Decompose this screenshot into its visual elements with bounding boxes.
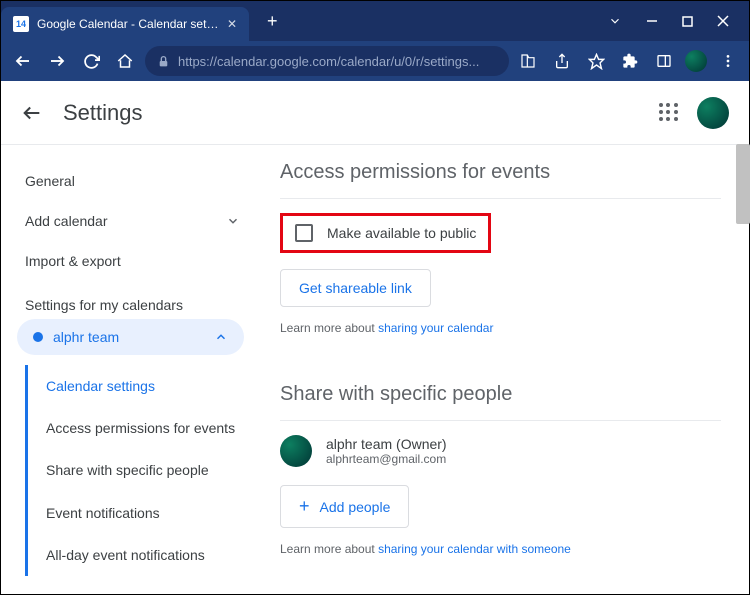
learn-more-link-2[interactable]: sharing your calendar with someone xyxy=(378,542,571,556)
sidebar-label: Add calendar xyxy=(25,213,108,229)
section-title-access: Access permissions for events xyxy=(280,161,721,184)
subitem-calendar-settings[interactable]: Calendar settings xyxy=(28,365,256,407)
new-tab-button[interactable]: + xyxy=(267,11,278,32)
settings-back-button[interactable] xyxy=(21,102,43,124)
menu-icon[interactable] xyxy=(715,47,741,75)
learn-more-text: Learn more about sharing your calendar xyxy=(280,321,721,335)
divider xyxy=(280,420,721,421)
lock-icon xyxy=(157,55,170,68)
browser-titlebar: 14 Google Calendar - Calendar settin ✕ + xyxy=(1,1,749,41)
sidebar-item-add-calendar[interactable]: Add calendar xyxy=(17,201,256,241)
browser-tab[interactable]: 14 Google Calendar - Calendar settin ✕ xyxy=(1,7,249,41)
shared-person-row: alphr team (Owner) alphrteam@gmail.com xyxy=(280,435,721,467)
close-tab-icon[interactable]: ✕ xyxy=(227,17,237,31)
bookmark-icon[interactable] xyxy=(583,47,609,75)
sidebar-item-import-export[interactable]: Import & export xyxy=(17,241,256,281)
get-shareable-link-button[interactable]: Get shareable link xyxy=(280,269,431,307)
divider xyxy=(280,198,721,199)
highlight-box: Make available to public xyxy=(280,213,491,253)
settings-sidebar: General Add calendar Import & export Set… xyxy=(1,145,256,596)
sidebar-item-general[interactable]: General xyxy=(17,161,256,201)
person-avatar xyxy=(280,435,312,467)
sidebar-label: Import & export xyxy=(25,253,121,269)
learn-more-link[interactable]: sharing your calendar xyxy=(378,321,493,335)
public-checkbox[interactable] xyxy=(295,224,313,242)
main-panel: Access permissions for events Make avail… xyxy=(256,145,749,596)
person-name: alphr team (Owner) xyxy=(326,436,447,452)
toolbar-right xyxy=(515,47,741,75)
add-people-button[interactable]: + Add people xyxy=(280,485,409,528)
window-controls xyxy=(608,14,741,28)
google-apps-icon[interactable] xyxy=(659,103,679,123)
home-button[interactable] xyxy=(111,47,139,75)
browser-toolbar: https://calendar.google.com/calendar/u/0… xyxy=(1,41,749,81)
url-text: https://calendar.google.com/calendar/u/0… xyxy=(178,54,479,69)
share-icon[interactable] xyxy=(549,47,575,75)
person-email: alphrteam@gmail.com xyxy=(326,452,447,466)
reload-button[interactable] xyxy=(77,47,105,75)
forward-button[interactable] xyxy=(43,47,71,75)
address-bar[interactable]: https://calendar.google.com/calendar/u/0… xyxy=(145,46,509,76)
tab-title: Google Calendar - Calendar settin xyxy=(37,17,219,31)
subitem-event-notifications[interactable]: Event notifications xyxy=(28,492,256,534)
maximize-icon[interactable] xyxy=(682,16,693,27)
public-checkbox-label: Make available to public xyxy=(327,225,476,241)
calendar-name: alphr team xyxy=(53,329,119,345)
calendar-color-dot xyxy=(33,332,43,342)
account-avatar[interactable] xyxy=(697,97,729,129)
chevron-down-icon[interactable] xyxy=(608,14,622,28)
learn-more-text-2: Learn more about sharing your calendar w… xyxy=(280,542,721,556)
profile-avatar-small[interactable] xyxy=(685,50,707,72)
subitem-allday-notifications[interactable]: All-day event notifications xyxy=(28,534,256,576)
translate-icon[interactable] xyxy=(515,47,541,75)
sidebar-sublist: Calendar settings Access permissions for… xyxy=(25,365,256,576)
section-title-share: Share with specific people xyxy=(280,383,721,406)
chevron-down-icon xyxy=(226,214,240,228)
content-area: General Add calendar Import & export Set… xyxy=(1,145,749,596)
close-window-icon[interactable] xyxy=(717,15,729,27)
page-header: Settings xyxy=(1,81,749,145)
sidebar-calendar-selected[interactable]: alphr team xyxy=(17,319,244,355)
calendar-favicon: 14 xyxy=(13,16,29,32)
page-title: Settings xyxy=(63,100,143,126)
minimize-icon[interactable] xyxy=(646,15,658,27)
add-people-label: Add people xyxy=(320,499,391,515)
chevron-up-icon xyxy=(214,330,228,344)
sidepanel-icon[interactable] xyxy=(651,47,677,75)
subitem-share-specific[interactable]: Share with specific people xyxy=(28,449,256,491)
extensions-icon[interactable] xyxy=(617,47,643,75)
sidebar-label: General xyxy=(25,173,75,189)
sidebar-section-heading: Settings for my calendars xyxy=(25,297,256,313)
subitem-access-permissions[interactable]: Access permissions for events xyxy=(28,407,256,449)
back-button[interactable] xyxy=(9,47,37,75)
scrollbar-thumb[interactable] xyxy=(736,144,750,224)
plus-icon: + xyxy=(299,496,310,517)
